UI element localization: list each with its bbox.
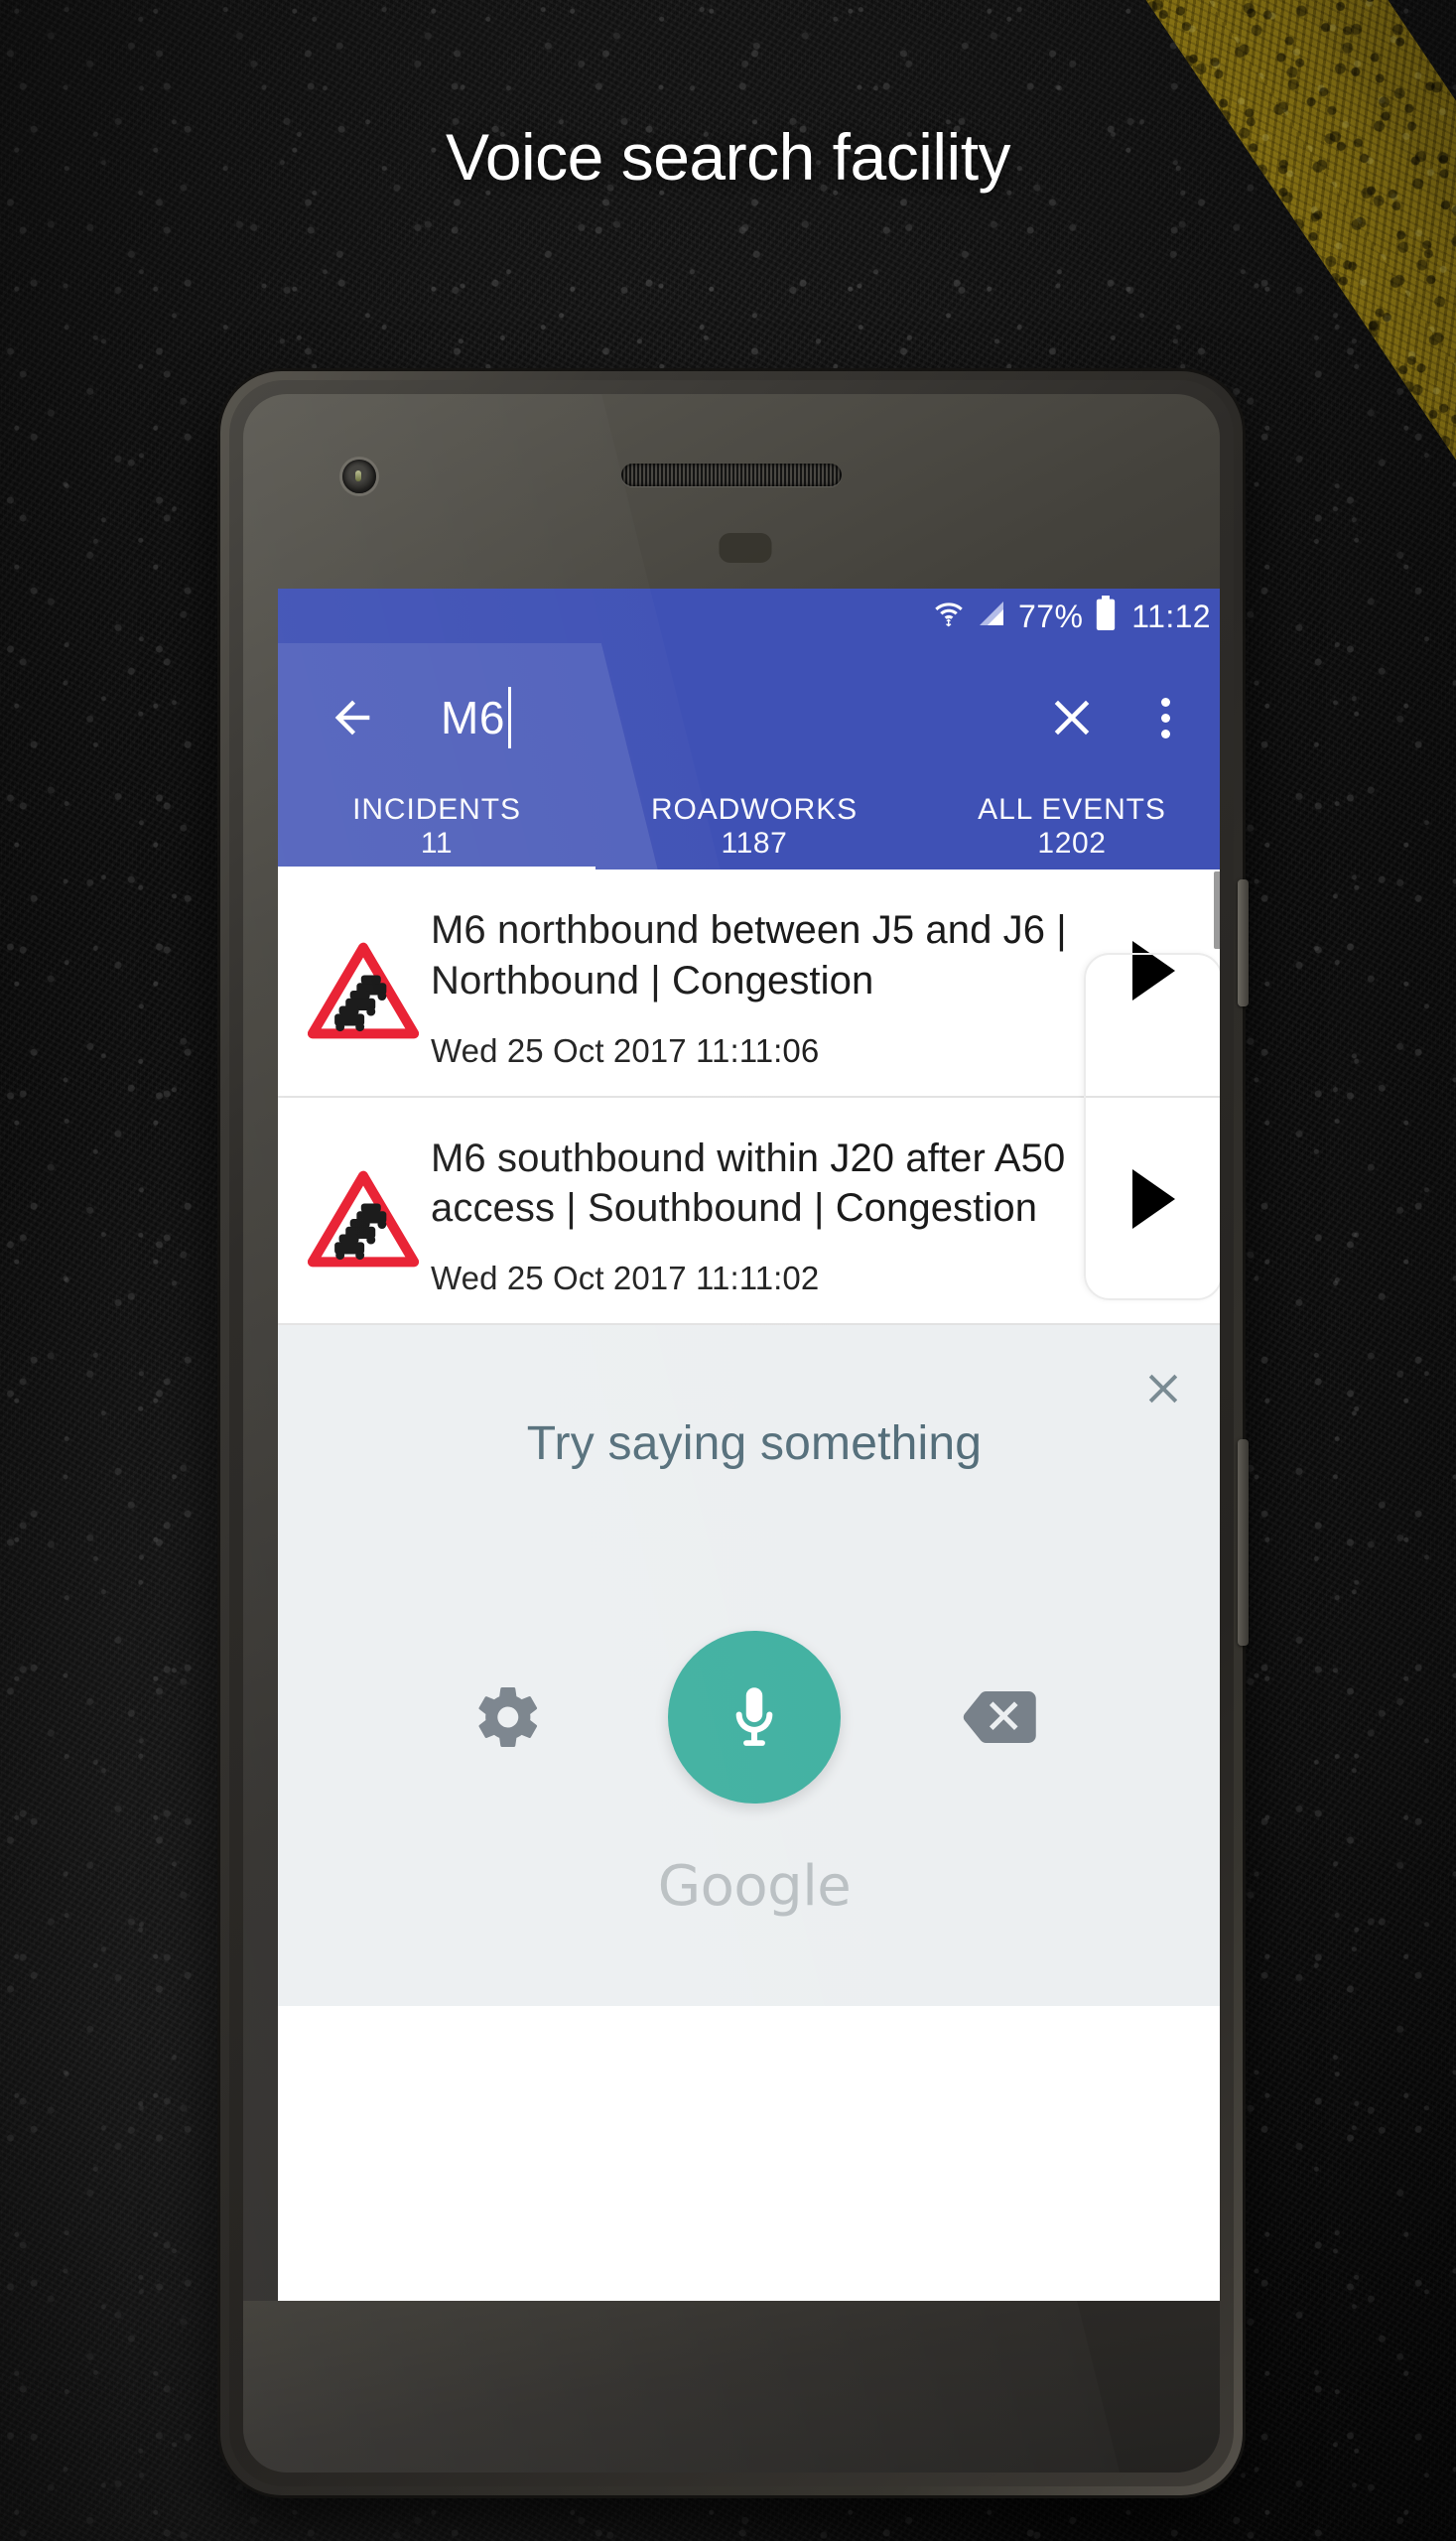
table-row[interactable]: M6 southbound within J20 after A50 acces…	[278, 1097, 1220, 1326]
result-content: M6 southbound within J20 after A50 acces…	[427, 1134, 1102, 1298]
voice-controls	[278, 1631, 1220, 1805]
page-title: Voice search facility	[445, 120, 1011, 194]
play-arrow-icon[interactable]	[1102, 905, 1205, 1001]
traffic-congestion-warning-icon	[300, 905, 427, 1040]
result-content: M6 northbound between J5 and J6 | Northb…	[427, 905, 1102, 1070]
tab-roadworks[interactable]: ROADWORKS 1187	[596, 792, 913, 869]
voice-prompt-label: Try saying something	[526, 1417, 983, 1471]
tab-label: INCIDENTS	[352, 793, 521, 826]
traffic-congestion-warning-icon	[300, 1134, 427, 1269]
result-timestamp: Wed 25 Oct 2017 11:11:02	[431, 1260, 820, 1297]
gear-icon[interactable]	[465, 1674, 551, 1760]
microphone-button[interactable]	[668, 1631, 841, 1805]
close-voice-panel-button[interactable]	[1137, 1363, 1189, 1414]
search-bar: M6	[278, 643, 1220, 792]
result-title: M6 southbound within J20 after A50 acces…	[431, 1136, 1066, 1231]
phone-bottom-bezel	[243, 2301, 1220, 2473]
play-triangle	[1131, 941, 1175, 1001]
earpiece-speaker-icon	[621, 464, 842, 486]
menu-dot	[1160, 713, 1170, 723]
backspace-icon[interactable]	[958, 1674, 1043, 1760]
tab-bar: INCIDENTS 11 ROADWORKS 1187 ALL EVENTS 1…	[278, 792, 1220, 869]
battery-percent-label: 77%	[1018, 598, 1084, 634]
results-list: M6 northbound between J5 and J6 | Northb…	[278, 869, 1220, 1326]
front-camera-icon	[342, 460, 376, 493]
wifi-icon	[932, 597, 966, 635]
app-bar: M6 INCIDENTS 11 ROADWORKS 1187 ALL EVENT…	[278, 643, 1220, 869]
tab-count: 1187	[721, 827, 788, 861]
search-input[interactable]: M6	[441, 643, 1042, 792]
more-vertical-icon[interactable]	[1143, 688, 1187, 747]
play-triangle	[1131, 1168, 1175, 1229]
search-input-value: M6	[441, 692, 505, 743]
tab-label: ALL EVENTS	[978, 793, 1166, 826]
google-brand-label: Google	[657, 1854, 852, 1920]
tab-all-events[interactable]: ALL EVENTS 1202	[913, 792, 1220, 869]
proximity-sensor-icon	[719, 533, 772, 563]
power-button[interactable]	[1238, 879, 1249, 1006]
phone-inner-frame: 77% 11:12 M6 INCIDENTS 11 ROADWORKS 1187…	[229, 380, 1234, 2486]
result-timestamp: Wed 25 Oct 2017 11:11:06	[431, 1031, 820, 1069]
play-arrow-icon[interactable]	[1102, 1134, 1205, 1229]
phone-mockup: 77% 11:12 M6 INCIDENTS 11 ROADWORKS 1187…	[220, 371, 1249, 2495]
battery-icon	[1094, 596, 1118, 636]
voice-search-panel: Try saying something Google	[278, 1325, 1220, 2007]
menu-dot	[1160, 729, 1170, 738]
table-row[interactable]: M6 northbound between J5 and J6 | Northb…	[278, 869, 1220, 1098]
text-cursor	[507, 687, 511, 748]
status-bar-clock: 11:12	[1131, 598, 1211, 634]
phone-screen: 77% 11:12 M6 INCIDENTS 11 ROADWORKS 1187…	[278, 589, 1220, 2301]
status-bar: 77% 11:12	[278, 589, 1220, 643]
phone-front-face: 77% 11:12 M6 INCIDENTS 11 ROADWORKS 1187…	[243, 394, 1220, 2473]
status-icons	[932, 597, 1007, 635]
clear-search-button[interactable]	[1042, 688, 1102, 747]
tab-label: ROADWORKS	[650, 793, 859, 826]
promo-screenshot: Voice search facility 77% 11:12 M6 INCID…	[0, 0, 1456, 2541]
tab-count: 11	[420, 827, 454, 861]
tab-count: 1202	[1037, 827, 1107, 861]
result-title: M6 northbound between J5 and J6 | Northb…	[431, 908, 1067, 1003]
volume-rocker-button[interactable]	[1238, 1439, 1249, 1646]
cellular-signal-icon	[976, 598, 1007, 634]
back-arrow-icon[interactable]	[326, 691, 379, 744]
tab-incidents[interactable]: INCIDENTS 11	[278, 792, 596, 869]
phone-top-bezel	[243, 394, 1220, 589]
scrollbar-thumb[interactable]	[1214, 871, 1220, 949]
menu-dot	[1160, 697, 1170, 707]
